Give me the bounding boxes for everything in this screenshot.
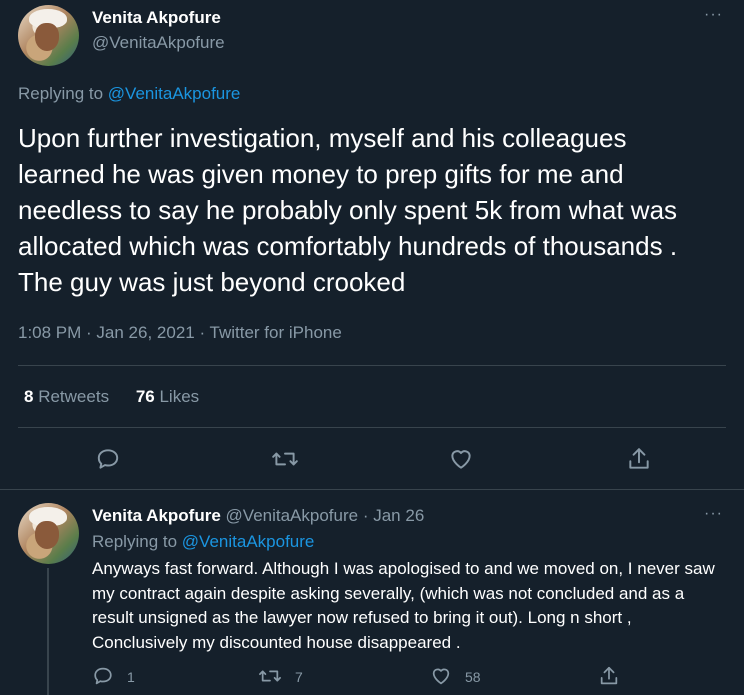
reply-header: Venita Akpofure @VenitaAkpofure · Jan 26: [92, 506, 424, 526]
retweet-icon[interactable]: [271, 446, 299, 472]
thread-line: [47, 568, 49, 695]
reply-heart-icon[interactable]: [430, 665, 452, 687]
reply-replying-prefix: Replying to: [92, 532, 178, 551]
reply-avatar[interactable]: [18, 503, 79, 564]
reply-more-icon[interactable]: ···: [704, 505, 723, 523]
main-more-icon[interactable]: ···: [704, 6, 723, 24]
reply-tweet-text: Anyways fast forward. Although I was apo…: [92, 559, 715, 652]
likes-label: Likes: [159, 387, 200, 406]
like-count: 58: [465, 669, 481, 685]
main-tweet-text: Upon further investigation, myself and h…: [18, 123, 678, 297]
reply-share-icon[interactable]: [598, 665, 620, 687]
main-handle[interactable]: @VenitaAkpofure: [92, 33, 225, 53]
replying-handle-link[interactable]: @VenitaAkpofure: [108, 84, 241, 103]
divider-2: [18, 427, 726, 428]
divider-1: [18, 365, 726, 366]
reply-replying-handle-link[interactable]: @VenitaAkpofure: [182, 532, 315, 551]
reply-display-name[interactable]: Venita Akpofure: [92, 506, 221, 525]
replying-prefix: Replying to: [18, 84, 104, 103]
divider-3: [0, 489, 744, 490]
retweets-label: Retweets: [38, 387, 110, 406]
main-avatar[interactable]: [18, 5, 79, 66]
main-display-name[interactable]: Venita Akpofure: [92, 8, 221, 28]
retweets-stat[interactable]: 8 Retweets: [24, 387, 114, 406]
main-tweet-meta[interactable]: 1:08 PM · Jan 26, 2021 · Twitter for iPh…: [18, 323, 342, 343]
reply-icon[interactable]: [95, 446, 121, 472]
reply-retweet-icon[interactable]: [258, 665, 282, 687]
reply-handle[interactable]: @VenitaAkpofure: [226, 506, 359, 525]
main-replying-to: Replying to @VenitaAkpofure: [18, 84, 240, 104]
reply-count: 1: [127, 669, 135, 685]
reply-reply-icon[interactable]: [92, 665, 114, 687]
engagement-stats: 8 Retweets 76 Likes: [24, 387, 199, 407]
retweets-count: 8: [24, 387, 34, 406]
share-icon[interactable]: [626, 446, 652, 472]
reply-date[interactable]: · Jan 26: [363, 506, 424, 525]
likes-stat[interactable]: 76 Likes: [136, 387, 199, 406]
retweet-count: 7: [295, 669, 303, 685]
heart-icon[interactable]: [448, 446, 474, 472]
reply-replying-to: Replying to @VenitaAkpofure: [92, 532, 314, 552]
likes-count: 76: [135, 387, 155, 406]
